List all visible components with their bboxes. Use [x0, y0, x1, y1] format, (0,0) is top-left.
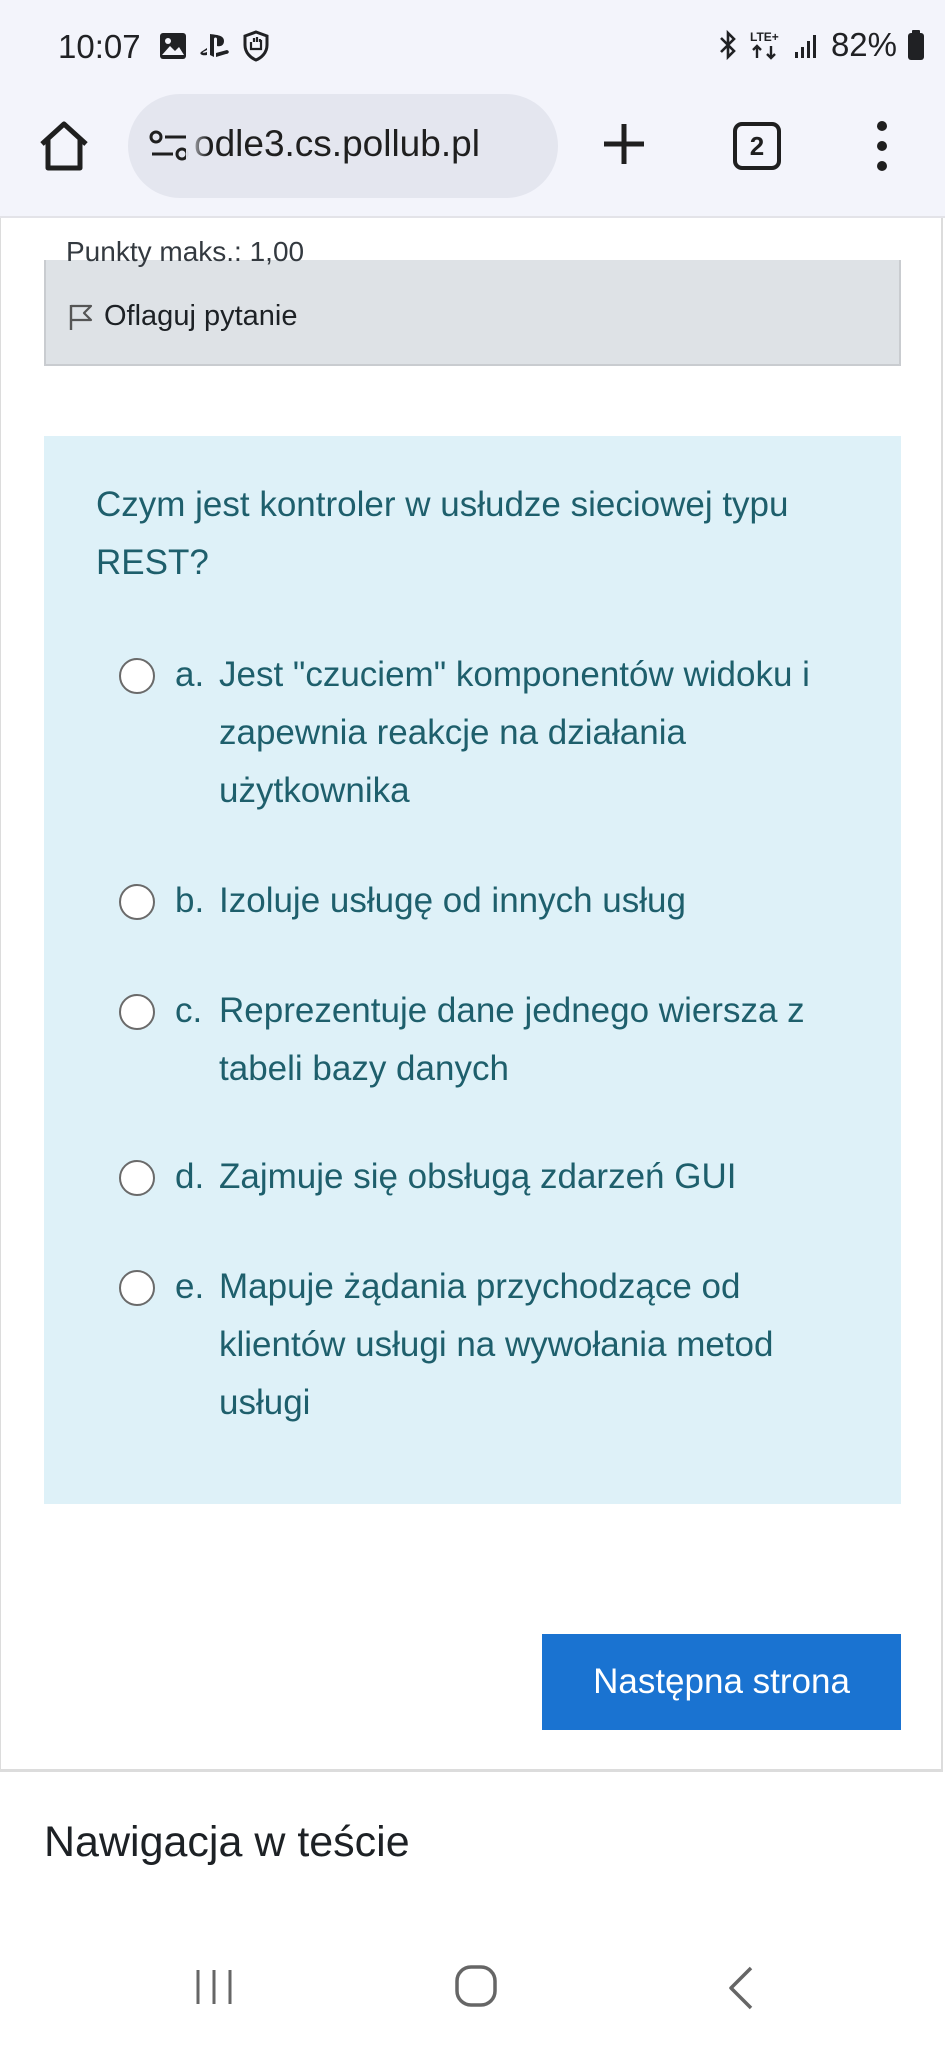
- bluetooth-icon: [720, 29, 736, 61]
- shield-icon: [243, 30, 269, 62]
- status-icons-right: LTE+ 82%: [717, 26, 925, 64]
- answer-letter: c.: [175, 991, 203, 1030]
- flag-question-link[interactable]: Oflaguj pytanie: [68, 300, 297, 333]
- next-page-button[interactable]: Następna strona: [542, 1634, 901, 1730]
- radio-button[interactable]: [119, 1270, 155, 1306]
- answer-letter: a.: [175, 655, 205, 694]
- radio-button[interactable]: [119, 1160, 155, 1196]
- signal-icon: [794, 35, 816, 58]
- question-points-text: Punkty maks.: 1,00: [66, 236, 305, 267]
- answer-letter: d.: [175, 1157, 205, 1196]
- menu-icon[interactable]: [864, 118, 900, 174]
- answer-text[interactable]: Zajmuje się obsługą zdarzeń GUI: [219, 1148, 839, 1206]
- status-time: 10:07: [58, 28, 141, 65]
- lte-label: LTE+: [750, 30, 779, 44]
- question-box: Czym jest kontroler w usłudze sieciowej …: [44, 436, 901, 1504]
- flag-question-label[interactable]: Oflaguj pytanie: [104, 300, 297, 333]
- playstation-icon: [200, 34, 229, 57]
- quiz-navigation-heading: Nawigacja w teście: [44, 1818, 410, 1866]
- gallery-icon: [160, 33, 186, 59]
- android-nav-bar: [0, 1930, 945, 2048]
- answer-text[interactable]: Reprezentuje dane jednego wiersza z tabe…: [219, 982, 839, 1098]
- radio-button[interactable]: [119, 658, 155, 694]
- answer-letter: b.: [175, 881, 205, 920]
- recent-apps-icon[interactable]: [192, 1966, 236, 2008]
- browser-toolbar: odle3.cs.pollub.pl 2: [0, 88, 945, 218]
- tabs-icon[interactable]: 2: [733, 122, 781, 170]
- home-icon[interactable]: [36, 118, 92, 174]
- back-icon[interactable]: [726, 1964, 756, 2012]
- page-content: Punkty maks.: 1,00 Oflaguj pytanie Czym …: [0, 218, 945, 1778]
- radio-button[interactable]: [119, 884, 155, 920]
- address-bar[interactable]: odle3.cs.pollub.pl: [128, 94, 558, 198]
- question-text: Czym jest kontroler w usłudze sieciowej …: [96, 485, 789, 582]
- status-bar: 10:07 LTE+ 82%: [0, 0, 945, 88]
- url-text[interactable]: odle3.cs.pollub.pl: [194, 123, 480, 165]
- home-nav-icon[interactable]: [454, 1964, 498, 2008]
- answer-letter: e.: [175, 1267, 205, 1306]
- url-fade: [186, 94, 208, 198]
- battery-icon: [908, 30, 924, 60]
- answer-text[interactable]: Jest "czuciem" komponentów widoku i zape…: [219, 646, 839, 820]
- radio-button[interactable]: [119, 994, 155, 1030]
- site-settings-icon[interactable]: [148, 128, 190, 164]
- question-info-box: Punkty maks.: 1,00 Oflaguj pytanie: [44, 236, 901, 366]
- battery-percent: 82%: [830, 26, 897, 63]
- answer-text[interactable]: Izoluje usługę od innych usług: [219, 872, 839, 930]
- new-tab-icon[interactable]: [598, 118, 650, 170]
- lte-icon: LTE+: [750, 30, 779, 60]
- answer-text[interactable]: Mapuje żądania przychodzące od klientów …: [219, 1258, 839, 1432]
- flag-icon: [69, 304, 93, 330]
- status-icons-left: [158, 30, 270, 62]
